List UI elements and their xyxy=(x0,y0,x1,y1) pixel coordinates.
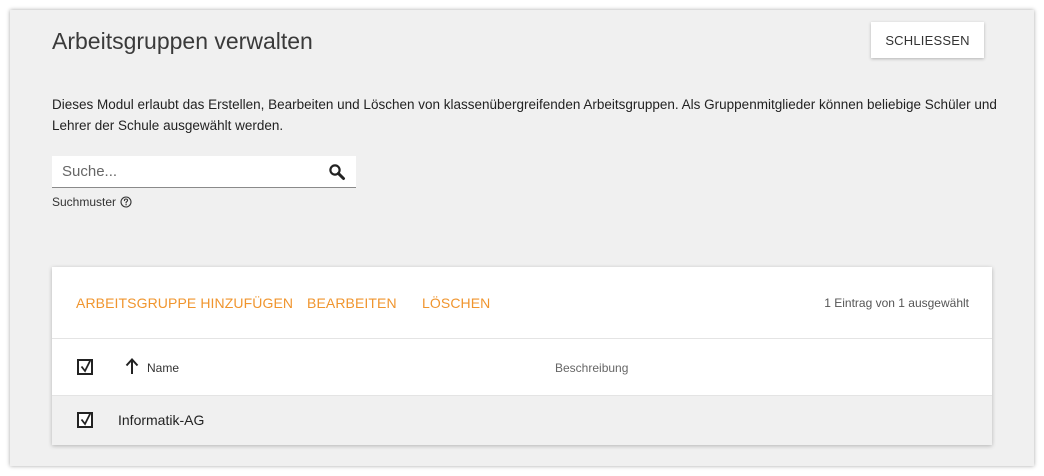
row-checkbox[interactable] xyxy=(77,412,93,428)
search-input[interactable] xyxy=(52,156,322,187)
search-icon[interactable] xyxy=(328,163,346,181)
table-header: Name Beschreibung xyxy=(52,339,992,396)
workgroup-grid: ARBEITSGRUPPE HINZUFÜGEN BEARBEITEN LÖSC… xyxy=(52,267,992,445)
module-description: Dieses Modul erlaubt das Erstellen, Bear… xyxy=(52,97,997,133)
checkmark-icon xyxy=(80,412,92,426)
close-button[interactable]: SCHLIESSEN xyxy=(871,22,984,58)
row-name-cell: Informatik-AG xyxy=(118,412,205,428)
checkmark-icon xyxy=(80,359,92,373)
sort-ascending-icon[interactable] xyxy=(125,357,139,375)
column-header-description[interactable]: Beschreibung xyxy=(555,361,628,375)
table-row[interactable]: Informatik-AG xyxy=(52,396,992,445)
add-workgroup-button[interactable]: ARBEITSGRUPPE HINZUFÜGEN xyxy=(76,295,293,311)
search-pattern: Suchmuster xyxy=(52,195,132,209)
column-header-name[interactable]: Name xyxy=(147,361,179,375)
select-all-checkbox[interactable] xyxy=(77,359,93,375)
search-box xyxy=(52,156,356,188)
module-panel: Arbeitsgruppen verwalten SCHLIESSEN Dies… xyxy=(10,10,1034,466)
help-icon[interactable] xyxy=(120,196,132,208)
search-pattern-label: Suchmuster xyxy=(52,195,117,209)
grid-toolbar: ARBEITSGRUPPE HINZUFÜGEN BEARBEITEN LÖSC… xyxy=(52,267,992,339)
page-title: Arbeitsgruppen verwalten xyxy=(52,28,313,54)
selection-status: 1 Eintrag von 1 ausgewählt xyxy=(824,296,969,310)
edit-button[interactable]: BEARBEITEN xyxy=(307,295,397,311)
delete-button[interactable]: LÖSCHEN xyxy=(422,295,490,311)
